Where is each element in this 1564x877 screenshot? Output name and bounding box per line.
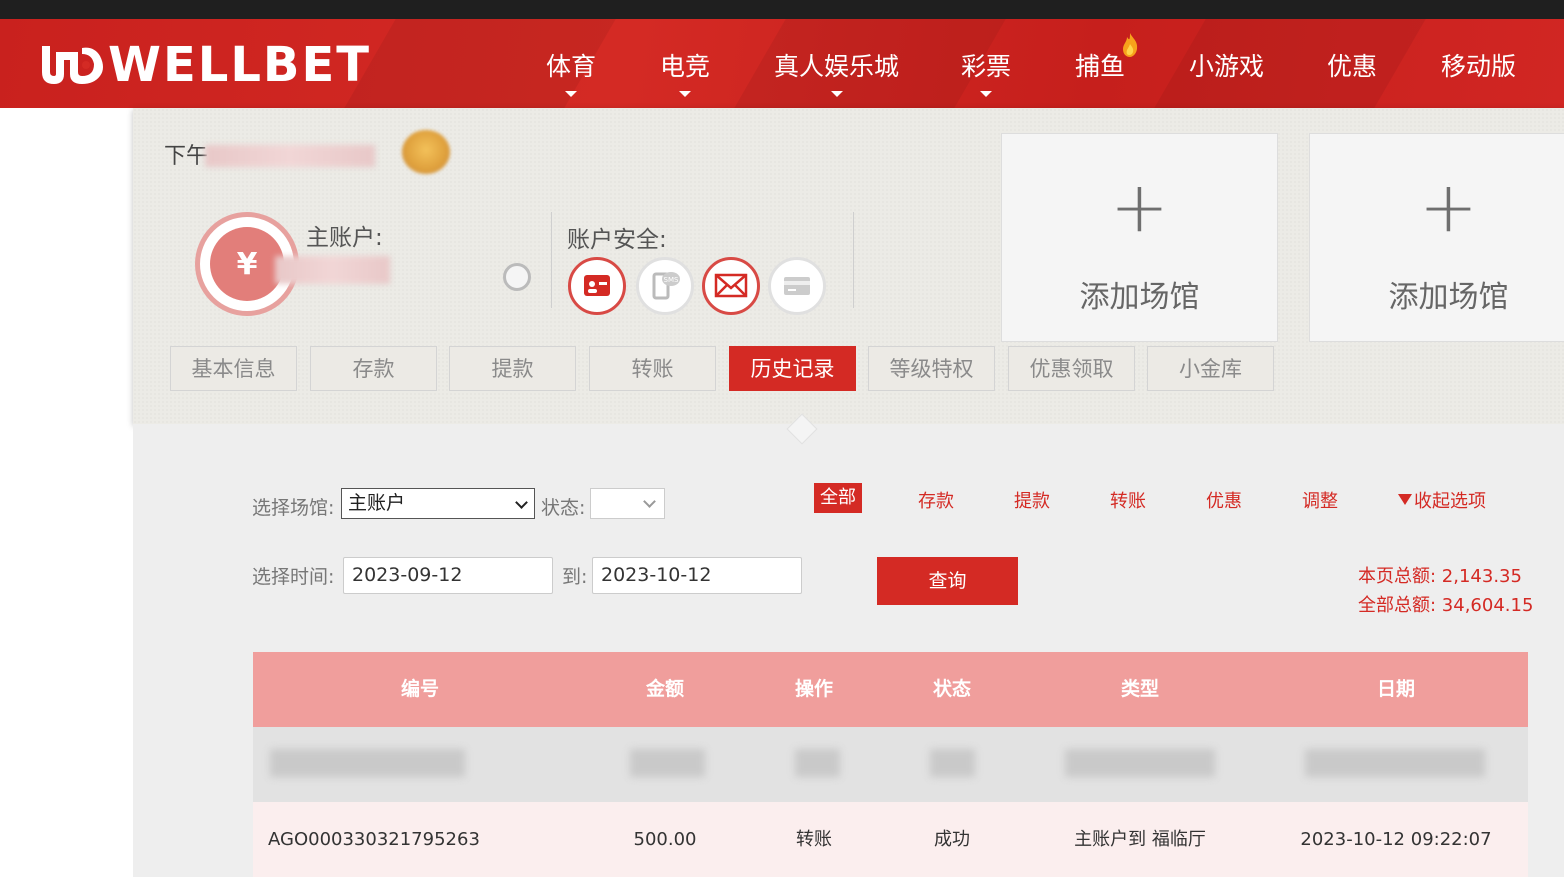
caret-down-icon — [565, 91, 577, 97]
filter-transfer[interactable]: 转账 — [1110, 487, 1146, 513]
tab-basic-info[interactable]: 基本信息 — [170, 346, 297, 391]
chevron-down-icon — [643, 495, 656, 508]
tab-deposit[interactable]: 存款 — [310, 346, 437, 391]
redacted-cell — [795, 749, 840, 777]
tab-claim-promotions[interactable]: 优惠领取 — [1008, 346, 1135, 391]
cell-status: 成功 — [934, 829, 970, 850]
collapse-options-link[interactable]: 收起选项 — [1398, 487, 1486, 513]
cell-type: 主账户到 福临厅 — [1074, 829, 1206, 850]
redacted-cell — [930, 749, 975, 777]
cell-amount: 500.00 — [633, 829, 697, 850]
table-header: 编号 金额 操作 状态 类型 日期 — [253, 652, 1528, 727]
column-header-status: 状态 — [932, 678, 971, 700]
cell-operation: 转账 — [796, 829, 832, 850]
svg-text:SMS: SMS — [664, 276, 679, 284]
venue-select-label: 选择场馆: — [252, 497, 335, 519]
column-header-id: 编号 — [400, 678, 439, 700]
tab-vault[interactable]: 小金库 — [1147, 346, 1274, 391]
email-icon[interactable] — [702, 257, 760, 315]
venue-select[interactable]: 主账户 — [341, 488, 535, 519]
status-select-label: 状态: — [541, 497, 586, 519]
to-date-input[interactable]: 2023-10-12 — [592, 557, 802, 594]
column-header-type: 类型 — [1120, 678, 1159, 700]
greeting-text: 下午 — [164, 144, 209, 169]
time-select-label: 选择时间: — [252, 566, 335, 588]
main-nav: 体育 电竞 真人娱乐城 彩票 捕鱼 小游戏 优惠 移动版 — [0, 47, 1564, 107]
cell-date: 2023-10-12 09:22:07 — [1300, 829, 1492, 850]
nav-item-mini-games[interactable]: 小游戏 — [1189, 47, 1264, 83]
filter-all[interactable]: 全部 — [814, 483, 862, 513]
from-date-input[interactable]: 2023-09-12 — [343, 557, 553, 594]
add-venue-card[interactable]: + 添加场馆 — [1309, 133, 1564, 342]
nav-label: 移动版 — [1441, 52, 1517, 81]
filter-adjustment[interactable]: 调整 — [1302, 487, 1338, 513]
filter-withdraw[interactable]: 提款 — [1014, 487, 1050, 513]
nav-label: 彩票 — [961, 52, 1012, 81]
plus-icon: + — [1110, 166, 1169, 248]
venue-select-value: 主账户 — [348, 492, 406, 514]
nav-item-live-casino[interactable]: 真人娱乐城 — [774, 47, 899, 97]
to-label: 到: — [562, 566, 588, 588]
redacted-cell — [270, 749, 465, 777]
nav-label: 体育 — [546, 52, 597, 81]
sms-phone-icon[interactable]: SMS — [636, 257, 694, 315]
add-venue-label: 添加场馆 — [1079, 280, 1200, 315]
redacted-cell — [1065, 749, 1215, 777]
redacted-cell — [630, 749, 705, 777]
redacted-cell — [1305, 749, 1485, 777]
status-select[interactable] — [590, 488, 665, 519]
nav-label: 真人娱乐城 — [774, 52, 900, 81]
main-account-label: 主账户: — [306, 225, 383, 251]
cell-id: AGO000330321795263 — [268, 829, 480, 850]
nav-label: 优惠 — [1327, 52, 1378, 81]
divider — [551, 212, 552, 308]
nav-item-sports[interactable]: 体育 — [546, 47, 596, 97]
table-row[interactable]: AGO000330321795263 500.00 转账 成功 主账户到 福临厅… — [253, 802, 1528, 877]
caret-down-icon — [679, 91, 691, 97]
filter-deposit[interactable]: 存款 — [918, 487, 954, 513]
triangle-down-icon — [1398, 494, 1412, 505]
column-header-operation: 操作 — [794, 678, 833, 700]
collapse-options-label: 收起选项 — [1414, 491, 1486, 512]
fire-icon — [1123, 33, 1138, 57]
tab-transfer[interactable]: 转账 — [589, 346, 716, 391]
nav-item-esports[interactable]: 电竞 — [660, 47, 710, 97]
redacted-balance — [275, 256, 390, 284]
tab-withdraw[interactable]: 提款 — [449, 346, 576, 391]
redacted-username — [205, 145, 375, 167]
caret-down-icon — [980, 91, 992, 97]
nav-label: 小游戏 — [1189, 52, 1265, 81]
caret-down-icon — [830, 91, 843, 97]
browser-top-strip — [0, 0, 1564, 19]
nav-item-fishing[interactable]: 捕鱼 — [1075, 47, 1125, 83]
filter-promotion[interactable]: 优惠 — [1206, 487, 1242, 513]
chevron-down-icon — [515, 496, 528, 509]
add-venue-label: 添加场馆 — [1388, 280, 1509, 315]
nav-item-mobile[interactable]: 移动版 — [1441, 47, 1516, 83]
account-security-label: 账户安全: — [567, 227, 667, 253]
add-venue-card[interactable]: + 添加场馆 — [1001, 133, 1278, 342]
bank-card-icon[interactable] — [768, 257, 826, 315]
column-header-amount: 金额 — [645, 678, 684, 700]
nav-item-lottery[interactable]: 彩票 — [961, 47, 1011, 97]
nav-label: 捕鱼 — [1075, 52, 1126, 81]
nav-label: 电竞 — [660, 52, 711, 81]
site-header: WELLBET 体育 电竞 真人娱乐城 彩票 捕鱼 小游戏 优惠 移动版 — [0, 19, 1564, 108]
user-avatar[interactable] — [402, 130, 450, 174]
column-header-date: 日期 — [1376, 678, 1415, 700]
query-button[interactable]: 查询 — [877, 557, 1018, 605]
plus-icon: + — [1419, 166, 1478, 248]
all-total: 全部总额: 34,604.15 — [1358, 595, 1534, 616]
tab-vip-privileges[interactable]: 等级特权 — [868, 346, 995, 391]
divider — [853, 212, 854, 308]
refresh-icon[interactable] — [503, 263, 531, 291]
nav-item-promotions[interactable]: 优惠 — [1327, 47, 1377, 83]
id-card-icon[interactable] — [568, 257, 626, 315]
page-total: 本页总额: 2,143.35 — [1358, 566, 1522, 587]
tab-history[interactable]: 历史记录 — [729, 346, 856, 391]
